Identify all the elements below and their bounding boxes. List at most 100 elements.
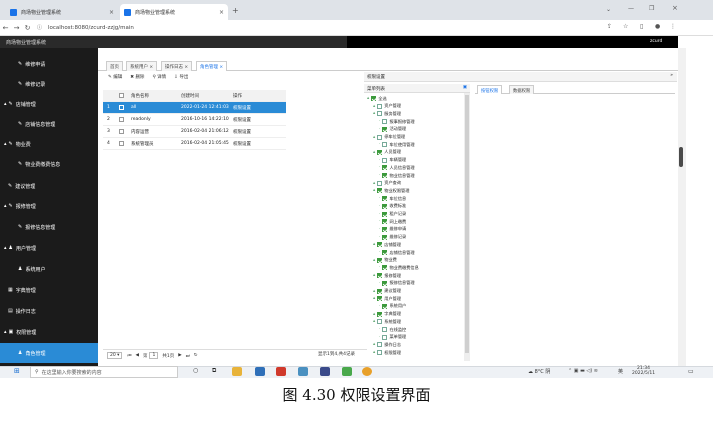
tree-node[interactable]: · 店铺信息管理 bbox=[379, 249, 415, 256]
tree-checkbox[interactable] bbox=[382, 219, 388, 225]
user-name[interactable]: zcurd bbox=[650, 39, 662, 44]
tree-checkbox[interactable] bbox=[382, 303, 388, 309]
tree-checkbox[interactable] bbox=[377, 134, 383, 140]
url-field[interactable]: localhost:8080/zcurd-zzjg/main bbox=[48, 25, 134, 31]
tree-node[interactable]: ▴ 报修管理 bbox=[373, 272, 401, 279]
page-size-select[interactable]: 20 ▾ bbox=[107, 352, 123, 359]
row-checkbox[interactable] bbox=[119, 117, 124, 122]
tree-checkbox[interactable] bbox=[377, 180, 383, 186]
page-scrollbar[interactable] bbox=[678, 48, 686, 366]
taskbar-search[interactable]: ⚲ 在这里输入你要搜索的内容 bbox=[30, 366, 178, 378]
export-button[interactable]: ⇩ 导出 bbox=[174, 74, 188, 84]
last-page-icon[interactable]: ⏭ bbox=[186, 353, 190, 359]
tree-scrollbar-thumb[interactable] bbox=[465, 95, 469, 353]
expand-icon[interactable]: ▴ bbox=[373, 150, 375, 155]
expand-icon[interactable]: ▴ bbox=[373, 350, 375, 355]
edit-button[interactable]: ✎ 编辑 bbox=[108, 74, 122, 84]
weather[interactable]: ☁ 8°C 阴 bbox=[528, 368, 550, 375]
expand-icon[interactable]: ▴ bbox=[373, 273, 375, 278]
table-row[interactable]: 3 内容运营 2016-02-04 21:06:12 权限设置 bbox=[103, 126, 286, 138]
tree-node[interactable]: ▴ 停车位管理 bbox=[373, 134, 405, 141]
tab-home[interactable]: 首页 bbox=[106, 61, 123, 71]
close-window-icon[interactable]: × bbox=[672, 4, 678, 12]
page-input[interactable]: 1 bbox=[149, 352, 159, 359]
tab-data-permission[interactable]: 数据权限 bbox=[509, 85, 535, 94]
share-icon[interactable]: ⇪ bbox=[607, 23, 612, 30]
tree-checkbox[interactable] bbox=[377, 257, 383, 263]
detail-button[interactable]: ⚲ 详情 bbox=[152, 74, 166, 84]
tab-role-management[interactable]: 角色管理 × bbox=[196, 61, 228, 71]
sidebar-item-repair-request[interactable]: ✎ 维修申请 bbox=[0, 54, 98, 74]
tray-icons[interactable]: ⌃ ▣ ▬ ◁) ≋ bbox=[568, 368, 598, 374]
delete-button[interactable]: ✖ 删除 bbox=[130, 74, 144, 84]
sidebar-item-suggestions[interactable]: ✎ 建议管理 bbox=[0, 176, 98, 196]
column-header[interactable]: 角色名称 bbox=[131, 93, 149, 99]
tree-node[interactable]: · 系统用户 bbox=[379, 303, 406, 310]
expand-icon[interactable]: ▴ bbox=[373, 289, 375, 294]
column-header[interactable]: 创建时间 bbox=[181, 93, 199, 99]
permission-setting-link[interactable]: 权限设置 bbox=[233, 129, 251, 135]
tree-node[interactable]: · 车位使用管理 bbox=[379, 141, 415, 148]
tree-node[interactable]: ▴ 店铺管理 bbox=[373, 241, 401, 248]
close-icon[interactable]: × bbox=[109, 9, 114, 16]
collapse-icon[interactable]: » bbox=[670, 73, 673, 78]
tree-checkbox[interactable] bbox=[377, 242, 383, 248]
tree-node[interactable]: · 车辆管理 bbox=[379, 157, 406, 164]
tree-node[interactable]: · 报修信息管理 bbox=[379, 280, 415, 287]
expand-icon[interactable]: ▴ bbox=[373, 296, 375, 301]
cortana-icon[interactable]: ○ bbox=[193, 367, 198, 374]
tree-node[interactable]: · 网上缴费 bbox=[379, 218, 406, 225]
tree-checkbox[interactable] bbox=[382, 157, 388, 163]
expand-icon[interactable]: ▴ bbox=[373, 342, 375, 347]
sidebar-item-operation-log[interactable]: ▤ 操作日志 bbox=[0, 301, 98, 321]
tree-node[interactable]: ▴ 物业权限管理 bbox=[373, 187, 409, 194]
tree-node[interactable]: · 物业费缴费信息 bbox=[379, 264, 419, 271]
tree-checkbox[interactable] bbox=[382, 119, 388, 125]
expand-icon[interactable]: ▴ bbox=[373, 319, 375, 324]
row-checkbox[interactable] bbox=[119, 141, 124, 146]
row-checkbox[interactable] bbox=[119, 129, 124, 134]
store-icon[interactable] bbox=[255, 367, 265, 376]
tree-node[interactable]: · 人员信息管理 bbox=[379, 164, 415, 171]
tree-checkbox[interactable] bbox=[382, 126, 388, 132]
save-icon[interactable]: ▣ bbox=[463, 85, 467, 90]
maximize-icon[interactable]: ❐ bbox=[649, 5, 654, 12]
word-icon[interactable] bbox=[276, 367, 286, 376]
close-icon[interactable]: × bbox=[219, 9, 224, 16]
windows-start-icon[interactable]: ⊞ bbox=[14, 367, 20, 375]
tree-checkbox[interactable] bbox=[382, 226, 388, 232]
tree-checkbox[interactable] bbox=[382, 234, 388, 240]
prev-page-icon[interactable]: ◀ bbox=[136, 353, 139, 358]
table-row[interactable]: 1 all 2022-01-24 12:41:03 权限设置 bbox=[103, 102, 286, 114]
tree-checkbox[interactable] bbox=[377, 288, 383, 294]
permission-setting-link[interactable]: 权限设置 bbox=[233, 117, 251, 123]
tree-checkbox[interactable] bbox=[377, 350, 383, 356]
tree-node[interactable]: ▴ 资产查询 bbox=[373, 180, 401, 187]
tree-checkbox[interactable] bbox=[382, 334, 388, 340]
tree-node[interactable]: ▴ 系统管理 bbox=[373, 318, 401, 325]
expand-icon[interactable]: ▴ bbox=[373, 135, 375, 140]
tree-checkbox[interactable] bbox=[382, 265, 388, 271]
permission-setting-link[interactable]: 权限设置 bbox=[233, 141, 251, 147]
expand-icon[interactable]: ▴ bbox=[373, 312, 375, 317]
tree-node[interactable]: ▴ 建议管理 bbox=[373, 288, 401, 295]
sidebar-item-dictionary[interactable]: ▦ 字典管理 bbox=[0, 280, 98, 300]
sidebar-item-repair-info[interactable]: ✎ 报修信息管理 bbox=[0, 217, 98, 237]
tree-checkbox[interactable] bbox=[377, 273, 383, 279]
chrome-icon[interactable] bbox=[362, 367, 372, 376]
tree-checkbox[interactable] bbox=[382, 142, 388, 148]
first-page-icon[interactable]: ⏮ bbox=[127, 353, 131, 359]
sidebar-item-shop-management[interactable]: ▴ ✎ 店铺管理 bbox=[0, 94, 98, 114]
tree-checkbox[interactable] bbox=[382, 165, 388, 171]
tree-node[interactable]: · 在线监控 bbox=[379, 326, 406, 333]
tree-checkbox[interactable] bbox=[382, 250, 388, 255]
tree-checkbox[interactable] bbox=[382, 280, 388, 286]
sidebar-item-fee-payment[interactable]: ✎ 物业费缴费信息 bbox=[0, 154, 98, 174]
tree-node[interactable]: ▴ 字典管理 bbox=[373, 311, 401, 318]
tree-node[interactable]: · 维修申请 bbox=[379, 226, 406, 233]
tree-node[interactable]: ▴ 全选 bbox=[367, 95, 387, 102]
tree-node[interactable]: · 物业信息管理 bbox=[379, 172, 415, 179]
tab-operation-log[interactable]: 操作日志 × bbox=[161, 61, 193, 71]
tree-checkbox[interactable] bbox=[382, 327, 388, 332]
tab-system-users[interactable]: 系统用户 × bbox=[126, 61, 158, 71]
